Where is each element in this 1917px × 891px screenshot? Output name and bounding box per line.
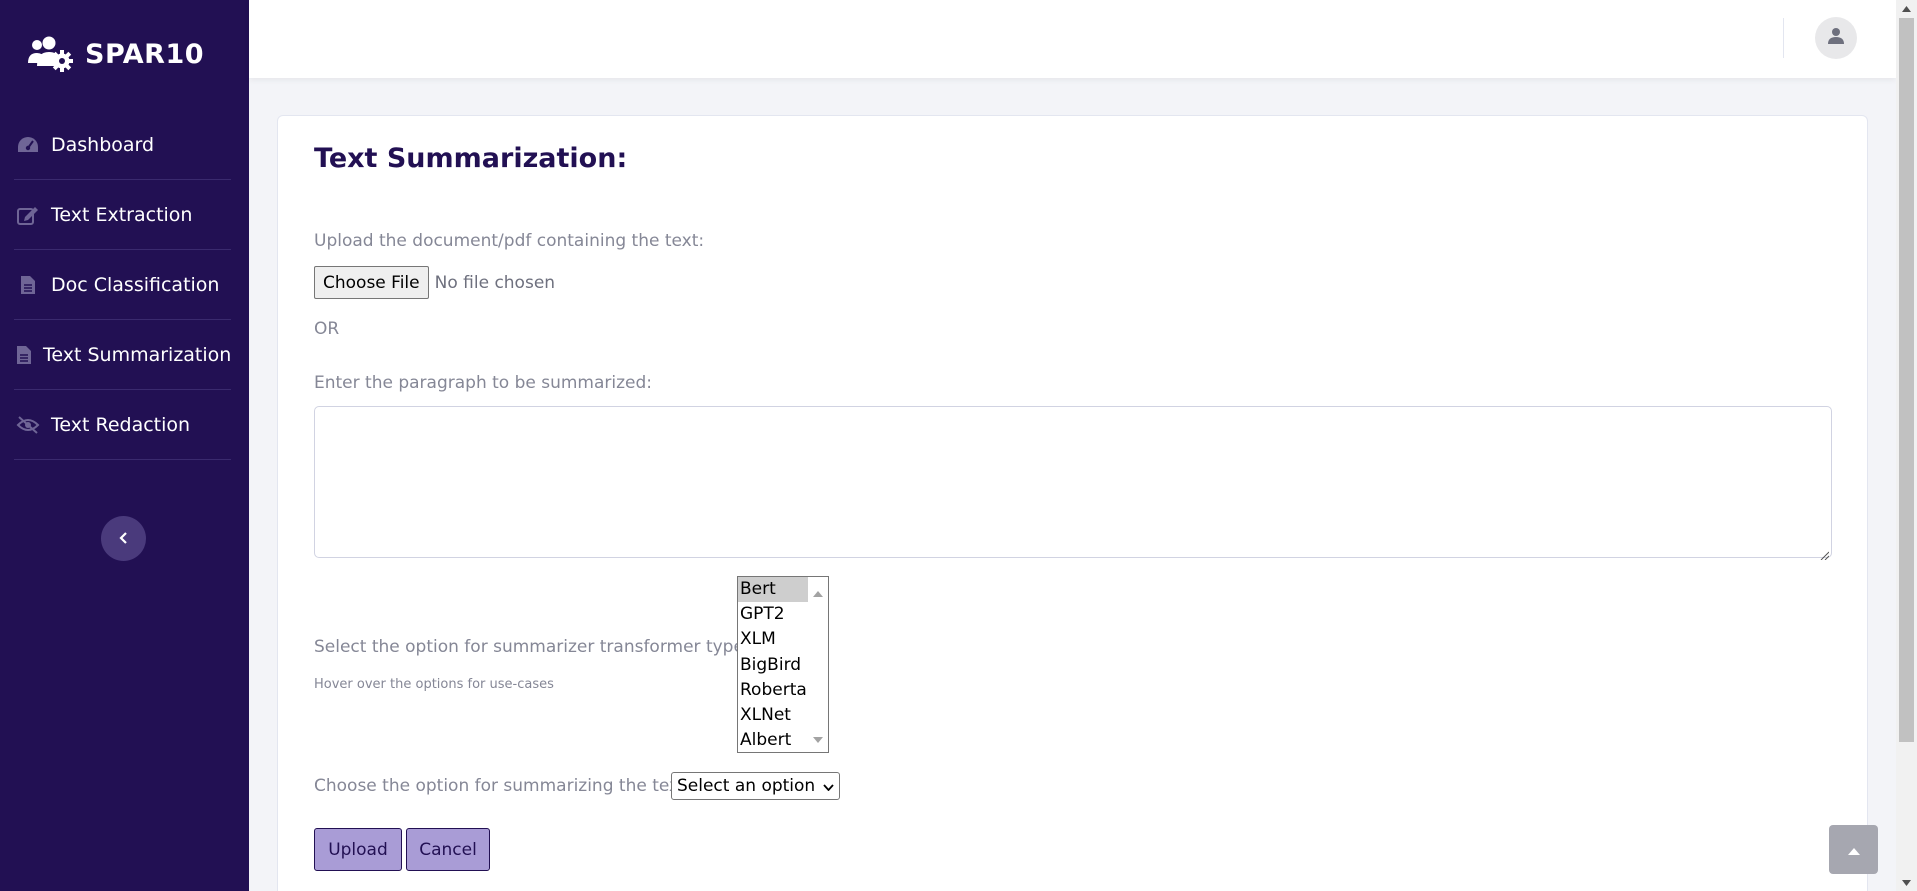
tachometer-icon bbox=[16, 133, 40, 157]
listbox-option[interactable]: Roberta bbox=[738, 678, 808, 703]
topbar-divider bbox=[1783, 18, 1784, 58]
user-icon bbox=[1828, 27, 1844, 49]
summarizing-method-select[interactable]: Select an option bbox=[671, 772, 841, 800]
listbox-option[interactable]: BigBird bbox=[738, 653, 808, 678]
listbox-option[interactable]: XLM bbox=[738, 627, 808, 652]
sidebar-item-label: Doc Classification bbox=[51, 273, 220, 296]
transformer-label: Select the option for summarizer transfo… bbox=[314, 637, 750, 657]
file-status-text: No file chosen bbox=[434, 272, 556, 293]
upload-label: Upload the document/pdf containing the t… bbox=[314, 231, 705, 251]
chevron-left-icon bbox=[118, 529, 129, 548]
file-alt-icon bbox=[16, 273, 40, 297]
file-input: Choose File No file chosen bbox=[314, 266, 555, 299]
upload-button[interactable]: Upload bbox=[314, 828, 402, 871]
paragraph-textarea[interactable] bbox=[314, 406, 1832, 561]
brand[interactable]: SPAR10 bbox=[27, 36, 204, 72]
edit-icon bbox=[16, 203, 40, 227]
topbar bbox=[249, 0, 1896, 78]
select-value: Select an option bbox=[677, 776, 816, 796]
sidebar-item-dashboard[interactable]: Dashboard bbox=[14, 110, 231, 180]
listbox-option[interactable]: XLNet bbox=[738, 703, 808, 728]
summarization-card: Text Summarization: Upload the document/… bbox=[277, 115, 1868, 891]
sidebar-item-text-summarization[interactable]: Text Summarization bbox=[14, 320, 231, 390]
user-avatar-button[interactable] bbox=[1815, 17, 1857, 59]
sidebar-item-text-extraction[interactable]: Text Extraction bbox=[14, 180, 231, 250]
sidebar: SPAR10 Dashboard Text Extraction Doc Cla… bbox=[0, 0, 249, 891]
sidebar-item-label: Text Redaction bbox=[51, 413, 191, 436]
eye-slash-icon bbox=[16, 413, 40, 437]
or-separator: OR bbox=[314, 319, 340, 339]
chevron-up-icon bbox=[1847, 840, 1860, 859]
transformer-hint: Hover over the options for use-cases bbox=[314, 677, 554, 692]
transformer-listbox[interactable]: Bert GPT2 XLM BigBird Roberta XLNet Albe… bbox=[737, 576, 829, 753]
sidebar-toggle-button[interactable] bbox=[101, 516, 146, 561]
page-scrollbar[interactable] bbox=[1896, 0, 1917, 891]
caret-up-icon[interactable] bbox=[813, 582, 823, 601]
listbox-option[interactable]: GPT2 bbox=[738, 602, 808, 627]
scrollbar-thumb[interactable] bbox=[1899, 18, 1914, 742]
sidebar-item-label: Dashboard bbox=[51, 133, 155, 156]
cancel-button[interactable]: Cancel bbox=[406, 828, 490, 871]
scroll-to-top-button[interactable] bbox=[1829, 825, 1878, 874]
caret-down-icon[interactable] bbox=[813, 728, 823, 747]
listbox-option[interactable]: Bert bbox=[738, 577, 808, 603]
scroll-up-arrow[interactable] bbox=[1896, 0, 1917, 17]
paragraph-label: Enter the paragraph to be summarized: bbox=[314, 373, 653, 393]
sidebar-item-label: Text Summarization bbox=[43, 343, 232, 366]
users-gear-icon bbox=[27, 36, 73, 72]
choose-file-button[interactable]: Choose File bbox=[314, 266, 429, 299]
sidebar-item-label: Text Extraction bbox=[51, 203, 193, 226]
sidebar-item-text-redaction[interactable]: Text Redaction bbox=[14, 390, 231, 460]
method-label: Choose the option for summarizing the te… bbox=[314, 776, 692, 796]
file-alt-icon bbox=[16, 343, 32, 367]
resize-grip-icon[interactable] bbox=[1819, 545, 1830, 561]
chevron-down-icon bbox=[823, 776, 834, 796]
listbox-scrollbar[interactable] bbox=[809, 577, 828, 752]
brand-name: SPAR10 bbox=[85, 38, 205, 70]
listbox-option[interactable]: Albert bbox=[738, 728, 808, 752]
page-title: Text Summarization: bbox=[314, 143, 628, 174]
sidebar-nav: Dashboard Text Extraction Doc Classifica… bbox=[14, 110, 231, 460]
sidebar-item-doc-classification[interactable]: Doc Classification bbox=[14, 250, 231, 320]
scroll-down-arrow[interactable] bbox=[1896, 874, 1917, 891]
